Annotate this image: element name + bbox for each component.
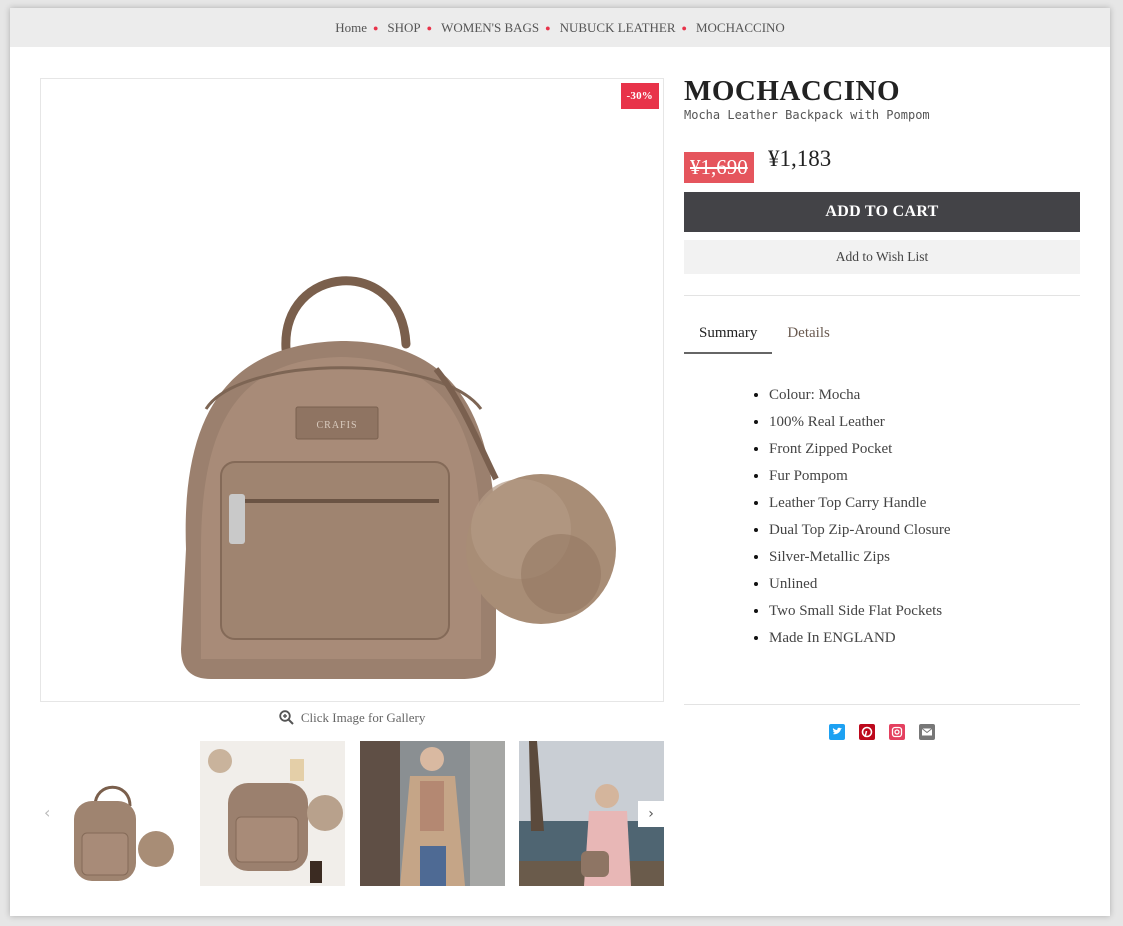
breadcrumb-separator: ● [426, 22, 433, 33]
thumbnail-carousel: ‹ › [40, 741, 664, 886]
product-title: MOCHACCINO [684, 75, 901, 107]
list-item: Made In ENGLAND [769, 625, 1080, 652]
twitter-icon[interactable] [829, 724, 845, 740]
gallery-hint[interactable]: Click Image for Gallery [40, 710, 664, 726]
breadcrumb-separator: ● [545, 22, 551, 33]
breadcrumb-shop[interactable]: SHOP [387, 20, 420, 36]
thumbnail-3[interactable] [360, 741, 505, 886]
list-item: Unlined [769, 571, 1080, 598]
thumbnail-1[interactable] [40, 741, 185, 886]
divider [684, 704, 1080, 705]
page-frame: Home ● SHOP ● WOMEN'S BAGS ● NUBUCK LEATHER… [10, 8, 1110, 916]
gallery-hint-label: Click Image for Gallery [300, 710, 426, 725]
carousel-next-icon[interactable]: › [638, 801, 664, 827]
svg-text:CRAFIS: CRAFIS [316, 420, 357, 431]
add-to-wishlist-button[interactable]: Add to Wish List [684, 240, 1080, 274]
email-icon[interactable] [919, 724, 935, 740]
list-item: Front Zipped Pocket [769, 436, 1080, 463]
breadcrumb-womens-bags[interactable]: WOMEN'S BAGS [441, 20, 539, 36]
instagram-icon[interactable] [889, 724, 905, 740]
breadcrumb: Home ● SHOP ● WOMEN'S BAGS ● NUBUCK LEATHER… [10, 8, 1110, 47]
backpack-image: CRAFIS [181, 276, 616, 679]
breadcrumb-nubuck-leather[interactable]: NUBUCK LEATHER [560, 20, 676, 36]
product-info: MOCHACCINO Mocha Leather Backpack with P… [684, 74, 1080, 705]
tab-summary[interactable]: Summary [684, 316, 773, 354]
divider [684, 295, 1080, 296]
product-subtitle: Mocha Leather Backpack with Pompom [684, 108, 930, 122]
social-share [684, 724, 1080, 740]
list-item: Dual Top Zip-Around Closure [769, 517, 1080, 544]
list-item: Silver-Metallic Zips [769, 544, 1080, 571]
price-block: ¥1,690 ¥1,183 [684, 146, 1080, 186]
summary-list: Colour: Mocha 100% Real Leather Front Zi… [684, 382, 1080, 652]
thumbnail-2[interactable] [200, 741, 345, 886]
list-item: Colour: Mocha [769, 382, 1080, 409]
main-product-image[interactable]: CRAFIS -30% [40, 78, 664, 702]
sale-price: ¥1,183 [768, 146, 832, 171]
discount-badge: -30% [620, 83, 659, 109]
list-item: Two Small Side Flat Pockets [769, 598, 1080, 625]
product-tabs: Summary Details [684, 316, 1080, 354]
breadcrumb-separator: ● [372, 22, 379, 33]
list-item: 100% Real Leather [769, 409, 1080, 436]
carousel-prev-icon[interactable]: ‹ [44, 803, 50, 822]
original-price: ¥1,690 [684, 152, 754, 183]
breadcrumb-current: MOCHACCINO [695, 19, 785, 35]
pinterest-icon[interactable] [859, 724, 875, 740]
breadcrumb-home[interactable]: Home [335, 20, 367, 36]
zoom-in-icon [278, 710, 294, 725]
list-item: Fur Pompom [769, 463, 1080, 490]
breadcrumb-separator: ● [681, 22, 687, 33]
add-to-cart-button[interactable]: ADD TO CART [684, 192, 1080, 232]
list-item: Leather Top Carry Handle [769, 490, 1080, 517]
tab-details[interactable]: Details [772, 316, 845, 354]
